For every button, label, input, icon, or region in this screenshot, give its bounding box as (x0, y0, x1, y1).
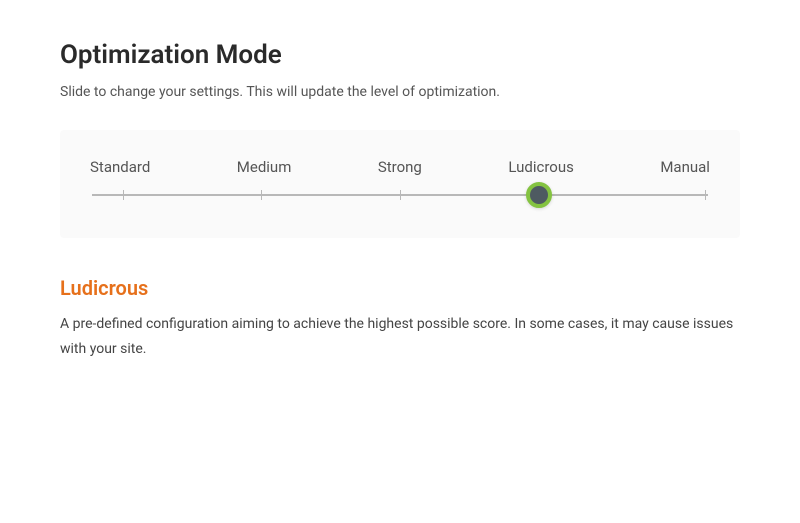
slider-option-standard[interactable]: Standard (90, 158, 150, 176)
page-subtitle: Slide to change your settings. This will… (60, 84, 740, 100)
optimization-slider-panel: Standard Medium Strong Ludicrous Manual (60, 130, 740, 238)
slider-handle[interactable] (526, 182, 552, 208)
slider-tick-manual (705, 190, 706, 200)
slider-tick-strong (400, 190, 401, 200)
slider-option-medium[interactable]: Medium (237, 158, 292, 176)
page-title: Optimization Mode (60, 40, 740, 70)
slider-option-ludicrous[interactable]: Ludicrous (508, 158, 574, 176)
slider-tick-standard (123, 190, 124, 200)
selected-mode-description: A pre-defined configuration aiming to ac… (60, 312, 740, 362)
slider-option-strong[interactable]: Strong (378, 158, 422, 176)
selected-mode-title: Ludicrous (60, 276, 740, 300)
slider-labels-row: Standard Medium Strong Ludicrous Manual (90, 158, 710, 176)
slider-tick-medium (261, 190, 262, 200)
slider-track[interactable] (92, 194, 708, 196)
slider-option-manual[interactable]: Manual (660, 158, 710, 176)
